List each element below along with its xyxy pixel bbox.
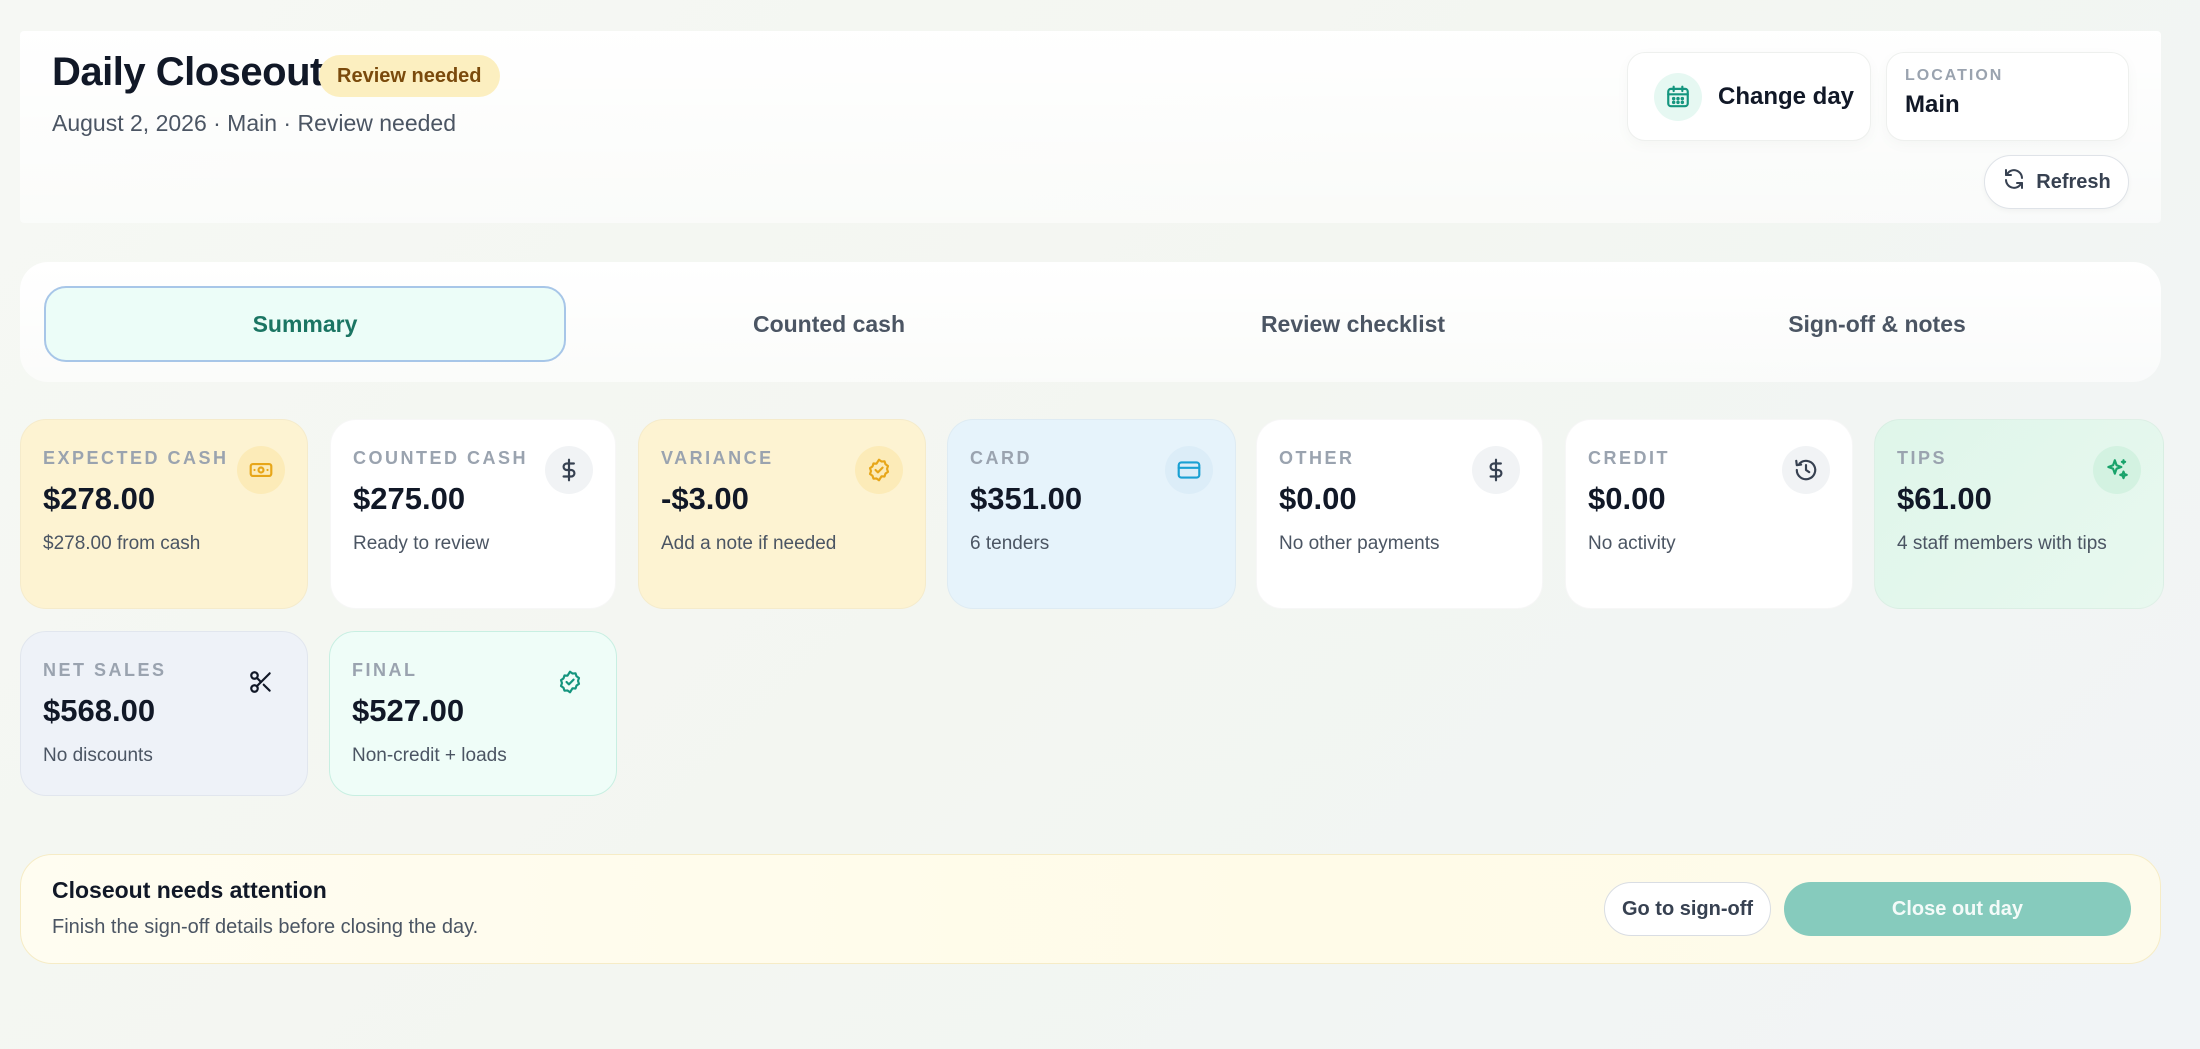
stat-card-other: OTHER $0.00 No other payments	[1256, 419, 1543, 609]
stat-card-expected-cash: EXPECTED CASH $278.00 $278.00 from cash	[20, 419, 308, 609]
stat-sub: Add a note if needed	[661, 533, 837, 554]
history-icon	[1782, 446, 1830, 494]
banknote-icon	[237, 446, 285, 494]
stat-card-credit: CREDIT $0.00 No activity	[1565, 419, 1853, 609]
badge-check-icon	[546, 658, 594, 706]
location-label: LOCATION	[1905, 67, 2004, 84]
tab-sign-off-notes[interactable]: Sign-off & notes	[1616, 286, 2138, 362]
stat-label: TIPS	[1897, 448, 1948, 468]
calendar-icon	[1654, 72, 1702, 121]
scissors-icon	[237, 658, 285, 706]
attention-title: Closeout needs attention	[52, 877, 327, 903]
stat-label: CARD	[970, 448, 1032, 468]
page-subtitle: August 2, 2026 · Main · Review needed	[52, 110, 457, 136]
stat-card-net-sales: NET SALES $568.00 No discounts	[20, 631, 308, 796]
change-day-label: Change day	[1718, 82, 1855, 110]
stat-label: VARIANCE	[661, 448, 774, 468]
location-value: Main	[1905, 91, 1960, 118]
sparkles-icon	[2093, 446, 2141, 494]
stat-label: OTHER	[1279, 448, 1355, 468]
stat-sub: 6 tenders	[970, 533, 1050, 554]
refresh-label: Refresh	[2036, 170, 2111, 193]
tab-summary[interactable]: Summary	[44, 286, 566, 362]
dollar-icon	[545, 446, 593, 494]
badge-check-icon	[855, 446, 903, 494]
stat-sub: Ready to review	[353, 533, 490, 554]
stat-label: EXPECTED CASH	[43, 448, 229, 468]
stat-sub: $278.00 from cash	[43, 533, 201, 554]
stat-label: COUNTED CASH	[353, 448, 529, 468]
stat-card-final: FINAL $527.00 Non-credit + loads	[329, 631, 617, 796]
refresh-button[interactable]: Refresh	[1984, 155, 2129, 209]
stat-card-tips: TIPS $61.00 4 staff members with tips	[1874, 419, 2164, 609]
stat-card-variance: VARIANCE -$3.00 Add a note if needed	[638, 419, 926, 609]
location-selector[interactable]: LOCATION Main	[1886, 52, 2129, 141]
page-title: Daily Closeout	[52, 50, 323, 94]
stat-sub: No other payments	[1279, 533, 1440, 554]
stat-card-counted-cash: COUNTED CASH $275.00 Ready to review	[330, 419, 616, 609]
go-to-sign-off-button[interactable]: Go to sign-off	[1604, 882, 1771, 936]
attention-message: Finish the sign-off details before closi…	[52, 916, 479, 938]
stat-sub: No discounts	[43, 745, 153, 766]
change-day-button[interactable]: Change day	[1627, 52, 1871, 141]
credit-card-icon	[1165, 446, 1213, 494]
stat-label: CREDIT	[1588, 448, 1670, 468]
stat-sub: No activity	[1588, 533, 1676, 554]
tab-counted-cash[interactable]: Counted cash	[568, 286, 1090, 362]
stat-sub: 4 staff members with tips	[1897, 533, 2107, 554]
stat-sub: Non-credit + loads	[352, 745, 507, 766]
stat-label: NET SALES	[43, 660, 167, 680]
dollar-icon	[1472, 446, 1520, 494]
status-badge: Review needed	[319, 55, 500, 97]
close-out-day-button[interactable]: Close out day	[1784, 882, 2131, 936]
stat-card-card: CARD $351.00 6 tenders	[947, 419, 1236, 609]
tab-review-checklist[interactable]: Review checklist	[1092, 286, 1614, 362]
refresh-icon	[2002, 167, 2026, 197]
stat-label: FINAL	[352, 660, 418, 680]
